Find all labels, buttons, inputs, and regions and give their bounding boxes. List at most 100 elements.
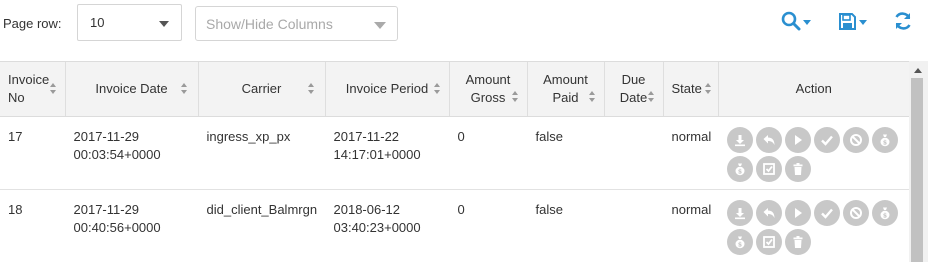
refresh-icon [893,11,913,31]
chevron-down-icon [803,20,811,25]
period-time-cell: 03:40:23+0000 [333,219,421,235]
sort-icon [180,82,188,95]
check-icon [820,133,834,147]
play-icon [791,206,805,220]
mark-paid-button[interactable] [755,155,782,182]
show-hide-columns-select[interactable]: Show/Hide Columns [195,6,398,41]
refresh-button[interactable] [893,8,913,34]
period-date-cell: 2017-11-22 [333,128,400,144]
chevron-down-icon [374,22,386,29]
export-button[interactable] [838,8,867,34]
search-icon [781,11,801,31]
column-header-state[interactable]: State [663,62,719,117]
invoice-date-cell: 2017-11-29 [73,201,140,217]
toolbar: Page row: 10 Show/Hide Columns [0,0,928,58]
page-row-value: 10 [90,15,105,30]
amount-gross-cell: 0 [457,201,465,217]
undo-button[interactable] [755,126,782,153]
svg-text:$: $ [737,241,741,248]
trash-icon [791,162,805,176]
column-header-action: Action [718,62,909,117]
play-icon [791,133,805,147]
sort-icon [49,82,57,95]
payment-button[interactable]: $ [871,199,898,226]
approve-button[interactable] [813,199,840,226]
chevron-down-icon [859,20,867,25]
sort-icon [647,90,655,103]
undo-button[interactable] [755,199,782,226]
column-header-label: Action [795,80,832,96]
approve-button[interactable] [813,126,840,153]
sort-icon [433,82,441,95]
payment-button[interactable]: $ [726,228,753,255]
download-button[interactable] [726,126,753,153]
search-button[interactable] [781,8,811,34]
sort-icon [704,82,712,95]
action-cell: $ $ [718,116,910,190]
checkbox-icon [762,235,776,249]
column-header-invoice-no[interactable]: Invoice No [0,62,66,117]
amount-paid-cell: false [535,128,563,144]
undo-icon [762,133,776,147]
money-bag-icon: $ [733,162,747,176]
sort-icon [588,90,596,103]
mark-paid-button[interactable] [755,228,782,255]
cancel-button[interactable] [842,199,869,226]
carrier-cell: ingress_xp_px [206,128,291,144]
sort-icon [511,90,519,103]
cancel-button[interactable] [842,126,869,153]
column-header-label: Invoice Date [95,80,168,96]
column-header-label: Amount Gross [465,71,511,105]
amount-gross-cell: 0 [457,128,465,144]
amount-paid-cell: false [535,201,563,217]
money-bag-icon: $ [878,206,892,220]
invoice-date-cell: 2017-11-29 [73,128,140,144]
column-header-amount-paid[interactable]: Amount Paid [527,62,605,117]
invoice-table: Invoice No Invoice Date Carrier Invoice … [0,61,928,262]
show-hide-columns-placeholder: Show/Hide Columns [206,16,333,32]
money-bag-icon: $ [878,133,892,147]
page-row-select[interactable]: 10 [77,4,182,41]
column-header-amount-gross[interactable]: Amount Gross [449,62,528,117]
payment-button[interactable]: $ [726,155,753,182]
ban-icon [849,206,863,220]
svg-text:$: $ [882,139,886,146]
save-icon [838,12,857,31]
column-header-label: Due Date [619,71,648,105]
scroll-up-icon[interactable] [914,68,922,73]
sort-icon [307,82,315,95]
column-header-due-date[interactable]: Due Date [604,62,664,117]
column-header-invoice-date[interactable]: Invoice Date [65,62,199,117]
period-date-cell: 2018-06-12 [333,201,401,217]
table-row: 18 2017-11-29 00:40:56+0000 did_client_Ba… [0,189,910,262]
play-button[interactable] [784,199,811,226]
vertical-scrollbar[interactable] [909,61,928,262]
trash-icon [791,235,805,249]
table-header-row: Invoice No Invoice Date Carrier Invoice … [0,62,909,117]
column-header-label: Invoice Period [345,80,429,96]
undo-icon [762,206,776,220]
download-icon [733,206,747,220]
invoice-time-cell: 00:03:54+0000 [73,146,161,162]
svg-text:$: $ [882,212,886,219]
download-button[interactable] [726,199,753,226]
money-bag-icon: $ [733,235,747,249]
delete-button[interactable] [784,228,811,255]
payment-button[interactable]: $ [871,126,898,153]
play-button[interactable] [784,126,811,153]
state-cell: normal [671,128,712,144]
action-cell: $ $ [718,189,910,262]
column-header-invoice-period[interactable]: Invoice Period [325,62,450,117]
chevron-down-icon [159,21,169,27]
scrollbar-thumb[interactable] [911,78,923,262]
column-header-carrier[interactable]: Carrier [198,62,326,117]
checkbox-icon [762,162,776,176]
ban-icon [849,133,863,147]
check-icon [820,206,834,220]
column-header-label: Invoice No [8,71,50,105]
svg-text:$: $ [737,168,741,175]
delete-button[interactable] [784,155,811,182]
page-row-label: Page row: [3,16,62,31]
table-row: 17 2017-11-29 00:03:54+0000 ingress_xp_px… [0,116,910,190]
state-cell: normal [671,201,712,217]
